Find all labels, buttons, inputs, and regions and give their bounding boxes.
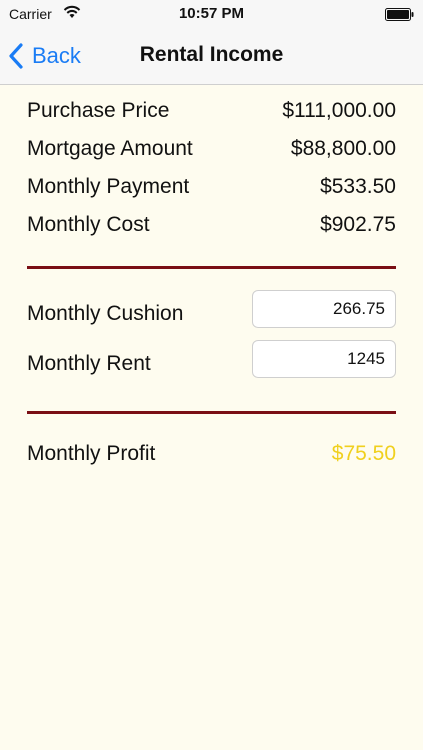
battery-icon xyxy=(385,8,414,21)
monthly-cost-label: Monthly Cost xyxy=(27,213,150,236)
navigation-bar: Back Rental Income xyxy=(0,30,423,85)
section-divider xyxy=(27,266,396,269)
monthly-payment-label: Monthly Payment xyxy=(27,175,190,198)
status-time: 10:57 PM xyxy=(178,5,245,22)
page-title: Rental Income xyxy=(139,43,284,66)
mortgage-amount-row: Mortgage Amount $88,800.00 xyxy=(27,137,396,167)
purchase-price-label: Purchase Price xyxy=(27,99,170,122)
monthly-profit-value: $75.50 xyxy=(331,442,396,465)
monthly-rent-row: Monthly Rent xyxy=(27,340,396,382)
monthly-cost-row: Monthly Cost $902.75 xyxy=(27,213,396,243)
status-bar: Carrier 10:57 PM xyxy=(0,0,423,30)
mortgage-amount-value: $88,800.00 xyxy=(290,137,396,160)
monthly-cushion-row: Monthly Cushion xyxy=(27,290,396,332)
purchase-price-row: Purchase Price $111,000.00 xyxy=(27,99,396,129)
monthly-cushion-input[interactable] xyxy=(252,290,396,328)
monthly-profit-label: Monthly Profit xyxy=(27,442,156,465)
monthly-rent-input[interactable] xyxy=(252,340,396,378)
monthly-cushion-label: Monthly Cushion xyxy=(27,302,184,325)
mortgage-amount-label: Mortgage Amount xyxy=(27,137,193,160)
purchase-price-value: $111,000.00 xyxy=(282,99,396,122)
section-divider xyxy=(27,411,396,414)
monthly-cost-value: $902.75 xyxy=(320,213,396,236)
monthly-payment-value: $533.50 xyxy=(320,175,396,198)
monthly-payment-row: Monthly Payment $533.50 xyxy=(27,175,396,205)
monthly-rent-label: Monthly Rent xyxy=(27,352,151,375)
monthly-profit-row: Monthly Profit $75.50 xyxy=(27,442,396,472)
